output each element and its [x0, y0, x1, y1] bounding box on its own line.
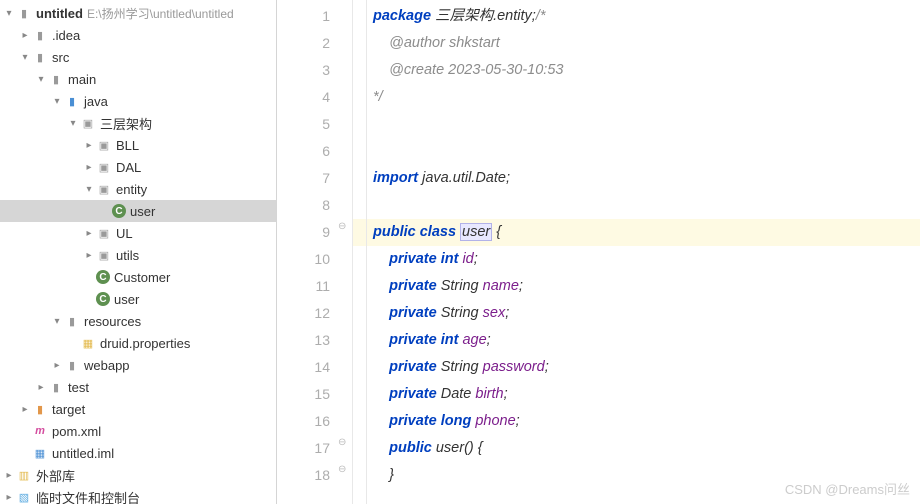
tree-node-src[interactable]: ▾ ▮ src [0, 46, 276, 68]
chevron-down-icon: ▾ [50, 96, 64, 107]
chevron-right-icon: ▸ [82, 140, 96, 151]
tree-node-java[interactable]: ▾ ▮ java [0, 90, 276, 112]
chevron-down-icon: ▾ [50, 316, 64, 327]
folder-icon: ▮ [64, 313, 80, 329]
chevron-right-icon: ▸ [82, 228, 96, 239]
tree-node-druid[interactable]: ▦ druid.properties [0, 332, 276, 354]
chevron-down-icon: ▾ [34, 74, 48, 85]
tree-node-pom[interactable]: m pom.xml [0, 420, 276, 442]
folder-icon: ▮ [48, 71, 64, 87]
class-icon: C [96, 270, 110, 284]
chevron-right-icon: ▸ [82, 162, 96, 173]
tree-node-user2[interactable]: C user [0, 288, 276, 310]
tree-node-bll[interactable]: ▸ ▣ BLL [0, 134, 276, 156]
tree-node-main[interactable]: ▾ ▮ main [0, 68, 276, 90]
chevron-right-icon: ▸ [18, 30, 32, 41]
tree-node-external[interactable]: ▸ ▥ 外部库 [0, 464, 276, 486]
folder-icon: ▮ [16, 5, 32, 21]
tree-node-webapp[interactable]: ▸ ▮ webapp [0, 354, 276, 376]
chevron-right-icon: ▸ [50, 360, 64, 371]
tree-node-package[interactable]: ▾ ▣ 三层架构 [0, 112, 276, 134]
tree-node-ul[interactable]: ▸ ▣ UL [0, 222, 276, 244]
fold-icon[interactable]: ⊖ [338, 221, 346, 232]
tree-node-utils[interactable]: ▸ ▣ utils [0, 244, 276, 266]
tree-node-resources[interactable]: ▾ ▮ resources [0, 310, 276, 332]
properties-icon: ▦ [80, 335, 96, 351]
tree-node-scratch[interactable]: ▸ ▧ 临时文件和控制台 [0, 486, 276, 504]
tree-node-root[interactable]: ▾ ▮ untitled E:\扬州学习\untitled\untitled [0, 2, 276, 24]
tree-node-customer[interactable]: C Customer [0, 266, 276, 288]
chevron-right-icon: ▸ [18, 404, 32, 415]
package-icon: ▣ [80, 115, 96, 131]
chevron-right-icon: ▸ [82, 250, 96, 261]
scratch-icon: ▧ [16, 489, 32, 504]
tree-path: E:\扬州学习\untitled\untitled [87, 5, 234, 22]
class-icon: C [96, 292, 110, 306]
tree-node-user[interactable]: C user [0, 200, 276, 222]
tree-node-entity[interactable]: ▾ ▣ entity [0, 178, 276, 200]
chevron-down-icon: ▾ [66, 118, 80, 129]
folder-icon: ▮ [32, 401, 48, 417]
package-icon: ▣ [96, 137, 112, 153]
tree-node-test[interactable]: ▸ ▮ test [0, 376, 276, 398]
watermark: CSDN @Dreams问丝 [785, 479, 910, 498]
tree-node-iml[interactable]: ▦ untitled.iml [0, 442, 276, 464]
tree-node-dal[interactable]: ▸ ▣ DAL [0, 156, 276, 178]
chevron-right-icon: ▸ [2, 492, 16, 503]
tree-node-target[interactable]: ▸ ▮ target [0, 398, 276, 420]
chevron-right-icon: ▸ [2, 470, 16, 481]
chevron-down-icon: ▾ [82, 184, 96, 195]
folder-icon: ▮ [64, 93, 80, 109]
folder-icon: ▮ [48, 379, 64, 395]
line-gutter: 12 34 56 78 910 1112 1314 1516 1718 [277, 0, 353, 504]
code-area[interactable]: package 三层架构.entity;/* @author shkstart … [353, 0, 920, 504]
chevron-down-icon: ▾ [18, 52, 32, 63]
indent-guide [366, 0, 367, 504]
folder-icon: ▮ [32, 27, 48, 43]
iml-icon: ▦ [32, 445, 48, 461]
tree-node-idea[interactable]: ▸ ▮ .idea [0, 24, 276, 46]
class-icon: C [112, 204, 126, 218]
chevron-down-icon: ▾ [2, 8, 16, 19]
maven-icon: m [32, 423, 48, 439]
package-icon: ▣ [96, 159, 112, 175]
folder-icon: ▮ [64, 357, 80, 373]
package-icon: ▣ [96, 247, 112, 263]
fold-icon[interactable]: ⊖ [338, 437, 346, 448]
project-tree[interactable]: ▾ ▮ untitled E:\扬州学习\untitled\untitled ▸… [0, 0, 277, 504]
package-icon: ▣ [96, 181, 112, 197]
code-editor[interactable]: 12 34 56 78 910 1112 1314 1516 1718 ⊖ ⊖ … [277, 0, 920, 504]
tree-label: untitled [36, 6, 83, 21]
library-icon: ▥ [16, 467, 32, 483]
chevron-right-icon: ▸ [34, 382, 48, 393]
package-icon: ▣ [96, 225, 112, 241]
fold-icon[interactable]: ⊖ [338, 464, 346, 475]
folder-icon: ▮ [32, 49, 48, 65]
